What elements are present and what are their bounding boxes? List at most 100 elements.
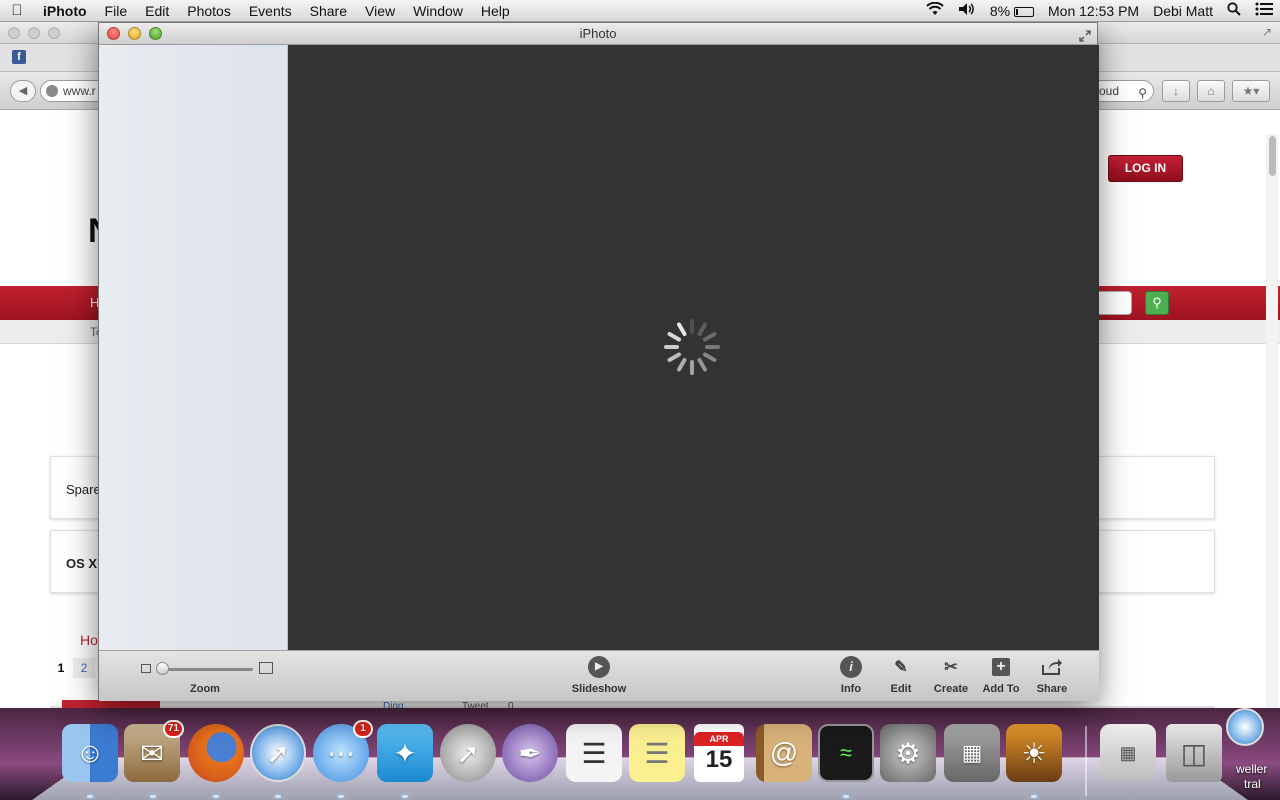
zoom-small-icon[interactable] (141, 664, 151, 673)
zoom-button[interactable] (149, 27, 162, 40)
site-search-input[interactable] (1096, 291, 1132, 315)
search-icon: ⚲ (1138, 86, 1147, 100)
menu-app-name[interactable]: iPhoto (34, 0, 96, 22)
info-label: Info (840, 683, 862, 695)
twitter-icon[interactable]: ✦ (377, 724, 433, 782)
edit-button[interactable]: ✎ Edit (885, 655, 917, 695)
trash-icon[interactable]: ◫ (1166, 724, 1222, 782)
share-label: Share (1036, 683, 1068, 695)
site-search-button[interactable]: ⚲ (1145, 291, 1169, 315)
menu-window[interactable]: Window (404, 0, 472, 22)
info-icon: i (839, 655, 863, 679)
facebook-bookmark-icon[interactable]: f (12, 50, 26, 64)
menu-help[interactable]: Help (472, 0, 519, 22)
window-title: iPhoto (579, 26, 617, 41)
add-to-button[interactable]: + Add To (979, 655, 1023, 695)
minimize-button[interactable] (128, 27, 141, 40)
spinner-spoke (666, 351, 682, 363)
firefox-icon[interactable] (188, 724, 244, 782)
create-button[interactable]: ✂ Create (930, 655, 972, 695)
play-icon: ▶ (587, 655, 611, 679)
menu-file[interactable]: File (96, 0, 137, 22)
browser-minimize-button[interactable] (28, 27, 40, 39)
notes-icon[interactable]: ☰ (629, 724, 685, 782)
calculator-icon[interactable]: ▦ (944, 724, 1000, 782)
close-button[interactable] (107, 27, 120, 40)
menu-share[interactable]: Share (301, 0, 356, 22)
battery-status[interactable]: 8% (983, 0, 1041, 22)
zoom-slider-track[interactable] (161, 668, 253, 671)
iphoto-window: iPhoto Zoom ▶ Slideshow i Info ✎ Edit ✂ (98, 22, 1099, 701)
zoom-label: Zoom (190, 683, 220, 695)
calendar-icon[interactable]: APR 15 (694, 724, 744, 782)
bottom-toolbar: Zoom ▶ Slideshow i Info ✎ Edit ✂ Create … (99, 650, 1099, 701)
breadcrumb-home-fragment[interactable]: Ho (80, 632, 98, 648)
script-editor-icon[interactable]: ✒ (502, 724, 558, 782)
pencil-icon: ✎ (894, 659, 908, 676)
calendar-day: 15 (705, 746, 733, 773)
finder-icon[interactable]: ☺ (62, 724, 118, 782)
spinner-spoke (705, 345, 720, 349)
source-list-sidebar[interactable] (99, 45, 288, 650)
zoom-slider-knob[interactable] (156, 662, 169, 675)
mail-icon[interactable]: ✉ 71 (124, 720, 184, 782)
desktop-safari-icon[interactable] (1226, 708, 1264, 746)
reminders-icon[interactable]: ☰ (566, 724, 622, 782)
safari-icon[interactable]: ➚ (250, 724, 306, 782)
volume-icon[interactable] (951, 0, 983, 22)
contacts-icon[interactable]: @ (756, 724, 812, 782)
iphoto-titlebar: iPhoto (99, 23, 1097, 45)
menu-bar:  iPhoto File Edit Photos Events Share V… (0, 0, 1280, 22)
running-indicator (275, 795, 281, 798)
downloads-button[interactable]: ↓ (1162, 80, 1190, 102)
messages-icon[interactable]: ⋯ 1 (313, 720, 373, 782)
login-button[interactable]: LOG IN (1108, 155, 1183, 182)
spinner-spoke (690, 319, 694, 334)
spinner-spoke (666, 331, 682, 343)
photo-viewer-area[interactable] (288, 45, 1099, 650)
back-button[interactable]: ◀ (10, 80, 36, 102)
running-indicator (1031, 795, 1037, 798)
share-button[interactable]: Share (1034, 655, 1070, 695)
running-indicator (213, 795, 219, 798)
zoom-large-icon[interactable] (259, 662, 273, 674)
create-icon: ✂ (944, 659, 958, 676)
plus-icon: + (989, 655, 1013, 679)
menu-user[interactable]: Debi Matt (1146, 0, 1220, 22)
info-button[interactable]: i Info (835, 655, 867, 695)
downloads-stack-icon[interactable]: ▦ (1100, 724, 1156, 782)
edit-label: Edit (890, 683, 912, 695)
home-button[interactable]: ⌂ (1197, 80, 1225, 102)
spinner-spoke (702, 351, 718, 363)
menu-view[interactable]: View (356, 0, 404, 22)
browser-close-button[interactable] (8, 27, 20, 39)
iphoto-icon[interactable]: ☀ (1006, 724, 1062, 782)
wifi-icon[interactable] (919, 0, 951, 22)
system-preferences-icon[interactable]: ⚙ (880, 724, 936, 782)
address-bar[interactable]: www.r (40, 80, 102, 102)
slideshow-button[interactable]: ▶ Slideshow (569, 655, 629, 695)
spinner-spoke (702, 331, 718, 343)
menu-events[interactable]: Events (240, 0, 301, 22)
browser-fullscreen-icon[interactable]: ↗ (1262, 25, 1272, 39)
browser-scrollbar[interactable] (1266, 134, 1278, 724)
spotlight-icon[interactable] (1220, 0, 1248, 22)
globe-icon (46, 85, 58, 97)
scrollbar-thumb[interactable] (1269, 136, 1276, 176)
menu-photos[interactable]: Photos (178, 0, 240, 22)
activity-monitor-icon[interactable]: ≈ (818, 724, 874, 782)
bookmarks-button[interactable]: ★▾ (1232, 80, 1270, 102)
menu-edit[interactable]: Edit (136, 0, 178, 22)
browser-zoom-button[interactable] (48, 27, 60, 39)
dock-divider (1085, 726, 1087, 796)
window-controls (107, 27, 162, 40)
launchpad-icon[interactable]: ➚ (440, 724, 496, 782)
browser-window-controls (8, 27, 60, 39)
running-indicator (843, 795, 849, 798)
apple-menu-icon[interactable]:  (0, 2, 34, 19)
notification-center-icon[interactable] (1248, 0, 1280, 22)
browser-search-field[interactable]: oud ⚲ (1098, 80, 1154, 102)
pagination-page[interactable]: 1 (50, 658, 72, 678)
menu-clock[interactable]: Mon 12:53 PM (1041, 0, 1146, 22)
pagination-page[interactable]: 2 (73, 658, 95, 678)
